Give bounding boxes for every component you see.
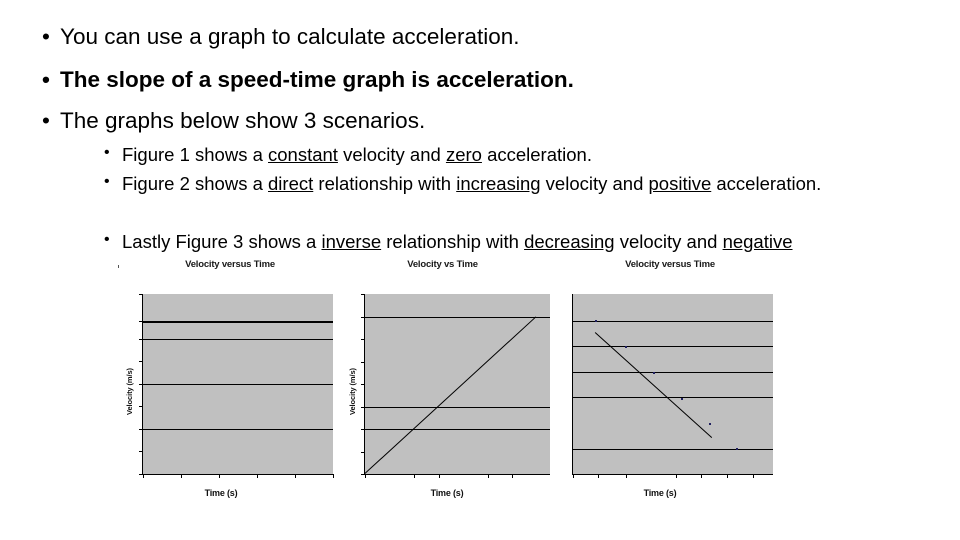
y-tick bbox=[361, 317, 365, 318]
text-run: acceleration. bbox=[711, 173, 822, 194]
y-tick bbox=[361, 452, 365, 453]
bullet-marker: • bbox=[104, 231, 110, 248]
emphasised-term: positive bbox=[648, 173, 712, 194]
bullet-marker: • bbox=[42, 24, 50, 49]
chart-plot-area bbox=[572, 294, 773, 478]
y-tick bbox=[139, 451, 143, 452]
text-run: acceleration. bbox=[481, 144, 592, 165]
gridline bbox=[573, 397, 773, 398]
gridline bbox=[573, 449, 773, 450]
emphasised-term: negative bbox=[722, 231, 793, 252]
data-point bbox=[595, 320, 597, 322]
image-artifact bbox=[118, 265, 119, 268]
figure-3-chart: Velocity versus Time Velocity (m/s) Time… bbox=[550, 255, 790, 510]
bullet-level2-3: • Lastly Figure 3 shows a inverse relati… bbox=[0, 231, 960, 252]
chart-plot-area bbox=[139, 294, 334, 478]
chart-x-axis-label: Time (s) bbox=[643, 488, 677, 498]
y-tick bbox=[361, 384, 365, 385]
gridline bbox=[573, 372, 773, 373]
chart-y-axis-label: Velocity (m/s) bbox=[348, 368, 357, 415]
chart-y-axis-label: Velocity (m/s) bbox=[125, 368, 134, 415]
chart-title: Velocity versus Time bbox=[625, 259, 715, 270]
text-run: velocity and bbox=[337, 144, 446, 165]
bullet-marker: • bbox=[104, 173, 110, 190]
x-tick bbox=[333, 474, 334, 478]
text-run: relationship with bbox=[381, 231, 525, 252]
emphasised-term: decreasing bbox=[524, 231, 615, 252]
chart-title: Velocity vs Time bbox=[407, 259, 478, 270]
gridline bbox=[573, 346, 773, 347]
bullet-marker: • bbox=[104, 144, 110, 161]
text-run: relationship with bbox=[313, 173, 457, 194]
series-line bbox=[143, 321, 333, 323]
bullet-level1-2: • The slope of a speed-time graph is acc… bbox=[0, 67, 574, 92]
gridline bbox=[143, 339, 333, 340]
emphasised-term: constant bbox=[268, 144, 338, 165]
y-tick bbox=[139, 384, 143, 385]
x-axis-line bbox=[573, 474, 773, 475]
gridline bbox=[143, 429, 333, 430]
gridline bbox=[365, 429, 550, 430]
figure-2-chart: Velocity vs Time Velocity (m/s) Time (s) bbox=[335, 255, 550, 510]
charts-strip: Velocity versus Time Velocity (m/s) Time… bbox=[110, 255, 790, 510]
slide-canvas: • You can use a graph to calculate accel… bbox=[0, 0, 960, 540]
trendline bbox=[594, 332, 713, 439]
bullet-level1-1: • You can use a graph to calculate accel… bbox=[0, 24, 520, 49]
y-tick bbox=[361, 362, 365, 363]
text-run: Lastly Figure 3 shows a bbox=[122, 231, 322, 252]
bullet-marker: • bbox=[42, 67, 50, 92]
bullet-text: The slope of a speed-time graph is accel… bbox=[60, 67, 574, 92]
y-tick bbox=[139, 294, 143, 295]
y-tick bbox=[139, 406, 143, 407]
y-tick bbox=[139, 361, 143, 362]
x-axis-line bbox=[365, 474, 550, 475]
text-run: velocity and bbox=[614, 231, 723, 252]
bullet-text: Figure 1 shows a constant velocity and z… bbox=[122, 144, 592, 165]
chart-x-axis-label: Time (s) bbox=[204, 488, 238, 498]
gridline bbox=[573, 321, 773, 322]
bullet-level1-3: • The graphs below show 3 scenarios. bbox=[0, 108, 426, 133]
y-tick bbox=[361, 294, 365, 295]
emphasised-term: inverse bbox=[321, 231, 382, 252]
data-point bbox=[709, 423, 711, 425]
bullet-text: Lastly Figure 3 shows a inverse relation… bbox=[122, 231, 793, 252]
series-line bbox=[364, 316, 537, 475]
y-tick bbox=[361, 339, 365, 340]
y-tick bbox=[139, 429, 143, 430]
chart-x-axis-label: Time (s) bbox=[430, 488, 464, 498]
gridline bbox=[365, 407, 550, 408]
chart-plot-area bbox=[361, 294, 550, 478]
x-axis-line bbox=[143, 474, 333, 475]
bullet-text: The graphs below show 3 scenarios. bbox=[60, 108, 426, 133]
data-point bbox=[625, 346, 627, 348]
chart-title: Velocity versus Time bbox=[185, 259, 275, 270]
bullet-text: You can use a graph to calculate acceler… bbox=[60, 24, 520, 49]
data-point bbox=[653, 372, 655, 374]
y-tick bbox=[361, 407, 365, 408]
emphasised-term: increasing bbox=[456, 173, 541, 194]
y-tick bbox=[139, 321, 143, 322]
text-run: Figure 2 shows a bbox=[122, 173, 269, 194]
text-run: velocity and bbox=[540, 173, 649, 194]
bullet-level2-1: • Figure 1 shows a constant velocity and… bbox=[0, 144, 960, 165]
bullet-text: Figure 2 shows a direct relationship wit… bbox=[122, 173, 821, 194]
gridline bbox=[365, 317, 550, 318]
bullet-level2-2: • Figure 2 shows a direct relationship w… bbox=[0, 173, 912, 194]
data-point bbox=[681, 398, 683, 400]
gridline bbox=[143, 384, 333, 385]
figure-1-chart: Velocity versus Time Velocity (m/s) Time… bbox=[110, 255, 350, 510]
text-run: Figure 1 shows a bbox=[122, 144, 269, 165]
emphasised-term: direct bbox=[268, 173, 314, 194]
bullet-marker: • bbox=[42, 108, 50, 133]
emphasised-term: zero bbox=[445, 144, 482, 165]
data-point bbox=[736, 448, 738, 450]
y-tick bbox=[139, 339, 143, 340]
y-tick bbox=[361, 429, 365, 430]
